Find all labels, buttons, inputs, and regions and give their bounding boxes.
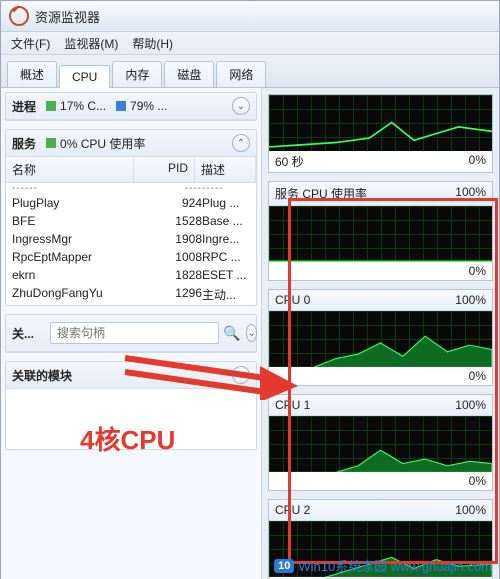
menu-help[interactable]: 帮助(H) <box>132 35 173 52</box>
graph-cpu-total: 60 秒 0% <box>268 94 493 173</box>
col-pid[interactable]: PID <box>134 157 195 182</box>
processes-header[interactable]: 进程 17% C... 79% ... ⌄ <box>6 93 256 120</box>
processes-title: 进程 <box>12 98 36 115</box>
table-row[interactable]: RpcEptMapper1008RPC ... <box>6 248 256 266</box>
table-row[interactable]: --------------- <box>6 183 256 194</box>
graph-max: 100% <box>455 185 486 202</box>
graph-max: 100% <box>455 293 486 307</box>
watermark: 10 Win10系统家园 www.ghuajin.com <box>274 556 492 575</box>
chevron-down-icon[interactable]: ⌄ <box>232 366 250 384</box>
titlebar[interactable]: 资源监视器 <box>1 1 499 32</box>
table-row[interactable]: ekrn1828ESET ... <box>6 266 256 284</box>
search-wrap: 🔍 <box>44 319 246 347</box>
section-handles: 关... 🔍 ⌄ <box>5 314 257 353</box>
graph-title: CPU 0 <box>275 293 310 307</box>
graph-title: 服务 CPU 使用率 <box>275 185 367 202</box>
menu-file[interactable]: 文件(F) <box>11 35 50 52</box>
chevron-down-icon[interactable]: ⌄ <box>232 97 250 115</box>
window-title: 资源监视器 <box>35 7 100 26</box>
services-header[interactable]: 服务 0% CPU 使用率 ⌃ <box>6 130 256 157</box>
chevron-up-icon[interactable]: ⌃ <box>232 134 250 152</box>
tab-network[interactable]: 网络 <box>216 61 266 87</box>
graph-ftr-right: 0% <box>469 369 486 383</box>
graph-services-cpu: 服务 CPU 使用率 100% 0% <box>268 181 493 281</box>
processes-freq-pct: 79% ... <box>130 99 167 113</box>
col-desc[interactable]: 描述 <box>195 157 256 182</box>
graph-canvas <box>269 206 492 262</box>
graph-canvas <box>269 311 492 367</box>
modules-body <box>6 389 256 449</box>
graph-ftr-right: 0% <box>469 474 486 488</box>
watermark-badge: 10 <box>274 559 294 573</box>
handles-header[interactable]: 关... 🔍 ⌄ <box>6 315 256 352</box>
table-row[interactable]: PlugPlay924Plug ... <box>6 194 256 212</box>
menubar: 文件(F) 监视器(M) 帮助(H) <box>1 32 499 55</box>
modules-title: 关联的模块 <box>12 367 72 384</box>
table-row[interactable]: BFE1528Base ... <box>6 212 256 230</box>
tab-cpu[interactable]: CPU <box>59 65 110 88</box>
chevron-down-icon[interactable]: ⌄ <box>246 324 256 342</box>
graph-canvas <box>269 416 492 472</box>
col-name[interactable]: 名称 <box>6 157 134 182</box>
graph-canvas <box>269 95 492 151</box>
graph-max: 100% <box>455 503 486 517</box>
services-columns: 名称 PID 描述 <box>6 157 256 183</box>
right-pane: 60 秒 0% 服务 CPU 使用率 100% 0% <box>262 88 499 579</box>
section-processes: 进程 17% C... 79% ... ⌄ <box>5 92 257 121</box>
app-icon <box>9 6 29 26</box>
section-modules: 关联的模块 ⌄ <box>5 361 257 450</box>
window-resource-monitor: 资源监视器 文件(F) 监视器(M) 帮助(H) 概述 CPU 内存 磁盘 网络… <box>0 0 500 579</box>
left-pane: 进程 17% C... 79% ... ⌄ 服务 0% CPU 使用率 <box>1 88 262 579</box>
tab-overview[interactable]: 概述 <box>7 61 57 87</box>
menu-monitor[interactable]: 监视器(M) <box>64 35 118 52</box>
graph-ftr-right: 0% <box>469 264 486 278</box>
tab-disk[interactable]: 磁盘 <box>164 61 214 87</box>
services-rows: --------------- PlugPlay924Plug ... BFE1… <box>6 183 256 305</box>
square-green-icon <box>46 138 56 148</box>
square-blue-icon <box>116 101 126 111</box>
section-services: 服务 0% CPU 使用率 ⌃ 名称 PID 描述 --------------… <box>5 129 257 306</box>
graph-cpu1: CPU 1 100% 0% <box>268 394 493 491</box>
handles-title: 关... <box>12 325 34 342</box>
modules-header[interactable]: 关联的模块 ⌄ <box>6 362 256 389</box>
table-row[interactable]: ZhuDongFangYu1296主动... <box>6 284 256 305</box>
watermark-text: Win10系统家园 www.ghuajin.com <box>298 556 492 575</box>
graph-cpu0: CPU 0 100% 0% <box>268 289 493 386</box>
tab-memory[interactable]: 内存 <box>112 61 162 87</box>
graph-ftr-left: 60 秒 <box>275 153 304 170</box>
square-green-icon <box>46 101 56 111</box>
graph-ftr-right: 0% <box>469 153 486 170</box>
graph-title: CPU 1 <box>275 398 310 412</box>
search-input[interactable] <box>50 322 219 344</box>
tabs: 概述 CPU 内存 磁盘 网络 <box>1 55 499 88</box>
body: 进程 17% C... 79% ... ⌄ 服务 0% CPU 使用率 <box>1 88 499 579</box>
services-usage: 0% CPU 使用率 <box>60 135 145 152</box>
search-icon[interactable]: 🔍 <box>223 325 240 342</box>
graph-title: CPU 2 <box>275 503 310 517</box>
services-title: 服务 <box>12 135 36 152</box>
table-row[interactable]: IngressMgr1908Ingre... <box>6 230 256 248</box>
processes-cpu-pct: 17% C... <box>60 99 106 113</box>
graph-max: 100% <box>455 398 486 412</box>
